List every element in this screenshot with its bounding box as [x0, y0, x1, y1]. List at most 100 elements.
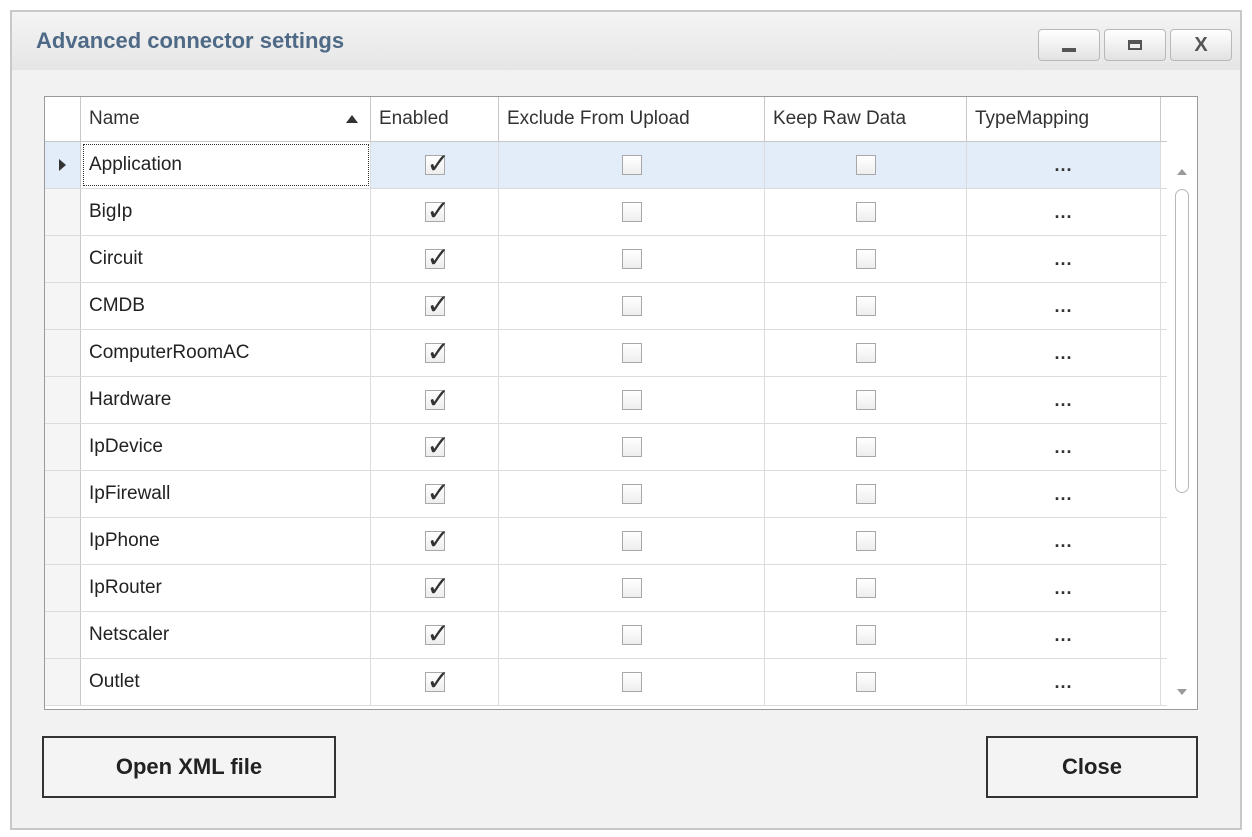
table-row[interactable]: Hardware...: [45, 377, 1167, 424]
scroll-up-icon[interactable]: [1177, 169, 1187, 175]
name-cell[interactable]: Circuit: [81, 236, 371, 282]
keep-raw-data-checkbox[interactable]: [855, 437, 876, 457]
row-indicator-cell[interactable]: [45, 518, 81, 564]
close-button[interactable]: Close: [986, 736, 1198, 798]
exclude-from-upload-cell[interactable]: [499, 612, 765, 658]
keep-raw-data-cell[interactable]: [765, 424, 967, 470]
table-row[interactable]: Circuit...: [45, 236, 1167, 283]
name-cell[interactable]: IpPhone: [81, 518, 371, 564]
name-cell[interactable]: Hardware: [81, 377, 371, 423]
keep-raw-data-checkbox[interactable]: [855, 578, 876, 598]
exclude-from-upload-checkbox[interactable]: [621, 484, 642, 504]
enabled-checkbox[interactable]: [424, 429, 450, 462]
column-header-keep-raw-data[interactable]: Keep Raw Data: [765, 97, 967, 141]
exclude-from-upload-cell[interactable]: [499, 283, 765, 329]
maximize-button[interactable]: [1104, 29, 1166, 61]
name-cell[interactable]: CMDB: [81, 283, 371, 329]
name-cell[interactable]: Outlet: [81, 659, 371, 705]
row-indicator-cell[interactable]: [45, 659, 81, 705]
enabled-cell[interactable]: [371, 518, 499, 564]
scrollbar-thumb[interactable]: [1175, 189, 1189, 493]
window-close-button[interactable]: X: [1170, 29, 1232, 61]
enabled-cell[interactable]: [371, 142, 499, 188]
row-indicator-cell[interactable]: [45, 471, 81, 517]
type-mapping-cell[interactable]: ...: [967, 471, 1161, 517]
keep-raw-data-cell[interactable]: [765, 659, 967, 705]
exclude-from-upload-cell[interactable]: [499, 424, 765, 470]
row-indicator-cell[interactable]: [45, 377, 81, 423]
open-xml-file-button[interactable]: Open XML file: [42, 736, 336, 798]
row-indicator-cell[interactable]: [45, 189, 81, 235]
enabled-cell[interactable]: [371, 236, 499, 282]
row-indicator-cell[interactable]: [45, 142, 81, 188]
table-row[interactable]: BigIp...: [45, 189, 1167, 236]
type-mapping-ellipsis-button[interactable]: ...: [1054, 672, 1072, 693]
exclude-from-upload-cell[interactable]: [499, 518, 765, 564]
vertical-scrollbar[interactable]: [1167, 141, 1197, 709]
type-mapping-ellipsis-button[interactable]: ...: [1054, 296, 1072, 317]
enabled-cell[interactable]: [371, 330, 499, 376]
type-mapping-cell[interactable]: ...: [967, 283, 1161, 329]
enabled-cell[interactable]: [371, 612, 499, 658]
row-indicator-cell[interactable]: [45, 330, 81, 376]
type-mapping-ellipsis-button[interactable]: ...: [1054, 531, 1072, 552]
type-mapping-ellipsis-button[interactable]: ...: [1054, 343, 1072, 364]
type-mapping-ellipsis-button[interactable]: ...: [1054, 625, 1072, 646]
type-mapping-ellipsis-button[interactable]: ...: [1054, 249, 1072, 270]
keep-raw-data-checkbox[interactable]: [855, 531, 876, 551]
table-row[interactable]: IpDevice...: [45, 424, 1167, 471]
type-mapping-ellipsis-button[interactable]: ...: [1054, 437, 1072, 458]
enabled-cell[interactable]: [371, 424, 499, 470]
name-cell[interactable]: Netscaler: [81, 612, 371, 658]
row-indicator-cell[interactable]: [45, 283, 81, 329]
row-indicator-cell[interactable]: [45, 236, 81, 282]
enabled-checkbox[interactable]: [424, 476, 450, 509]
type-mapping-cell[interactable]: ...: [967, 377, 1161, 423]
enabled-cell[interactable]: [371, 377, 499, 423]
type-mapping-cell[interactable]: ...: [967, 612, 1161, 658]
type-mapping-cell[interactable]: ...: [967, 189, 1161, 235]
row-indicator-cell[interactable]: [45, 612, 81, 658]
type-mapping-ellipsis-button[interactable]: ...: [1054, 484, 1072, 505]
keep-raw-data-checkbox[interactable]: [855, 202, 876, 222]
keep-raw-data-checkbox[interactable]: [855, 249, 876, 269]
keep-raw-data-cell[interactable]: [765, 377, 967, 423]
name-cell[interactable]: BigIp: [81, 189, 371, 235]
type-mapping-cell[interactable]: ...: [967, 330, 1161, 376]
enabled-checkbox[interactable]: [424, 570, 450, 603]
name-cell[interactable]: Application: [81, 142, 371, 188]
enabled-checkbox[interactable]: [424, 382, 450, 415]
minimize-button[interactable]: [1038, 29, 1100, 61]
exclude-from-upload-cell[interactable]: [499, 236, 765, 282]
type-mapping-ellipsis-button[interactable]: ...: [1054, 390, 1072, 411]
enabled-checkbox[interactable]: [424, 335, 450, 368]
keep-raw-data-cell[interactable]: [765, 471, 967, 517]
keep-raw-data-checkbox[interactable]: [855, 672, 876, 692]
exclude-from-upload-checkbox[interactable]: [621, 531, 642, 551]
column-header-enabled[interactable]: Enabled: [371, 97, 499, 141]
name-cell[interactable]: IpDevice: [81, 424, 371, 470]
name-cell[interactable]: IpRouter: [81, 565, 371, 611]
table-row[interactable]: IpRouter...: [45, 565, 1167, 612]
keep-raw-data-cell[interactable]: [765, 612, 967, 658]
exclude-from-upload-checkbox[interactable]: [621, 155, 642, 175]
exclude-from-upload-checkbox[interactable]: [621, 437, 642, 457]
keep-raw-data-cell[interactable]: [765, 142, 967, 188]
table-row[interactable]: Netscaler...: [45, 612, 1167, 659]
exclude-from-upload-checkbox[interactable]: [621, 249, 642, 269]
exclude-from-upload-checkbox[interactable]: [621, 296, 642, 316]
keep-raw-data-checkbox[interactable]: [855, 296, 876, 316]
exclude-from-upload-cell[interactable]: [499, 189, 765, 235]
enabled-checkbox[interactable]: [424, 194, 450, 227]
table-row[interactable]: CMDB...: [45, 283, 1167, 330]
title-bar[interactable]: Advanced connector settings X: [12, 12, 1240, 70]
scroll-down-icon[interactable]: [1177, 689, 1187, 695]
exclude-from-upload-checkbox[interactable]: [621, 390, 642, 410]
column-header-name[interactable]: Name: [81, 97, 371, 141]
type-mapping-cell[interactable]: ...: [967, 424, 1161, 470]
exclude-from-upload-cell[interactable]: [499, 330, 765, 376]
exclude-from-upload-cell[interactable]: [499, 565, 765, 611]
keep-raw-data-cell[interactable]: [765, 330, 967, 376]
exclude-from-upload-cell[interactable]: [499, 142, 765, 188]
type-mapping-ellipsis-button[interactable]: ...: [1054, 155, 1072, 176]
